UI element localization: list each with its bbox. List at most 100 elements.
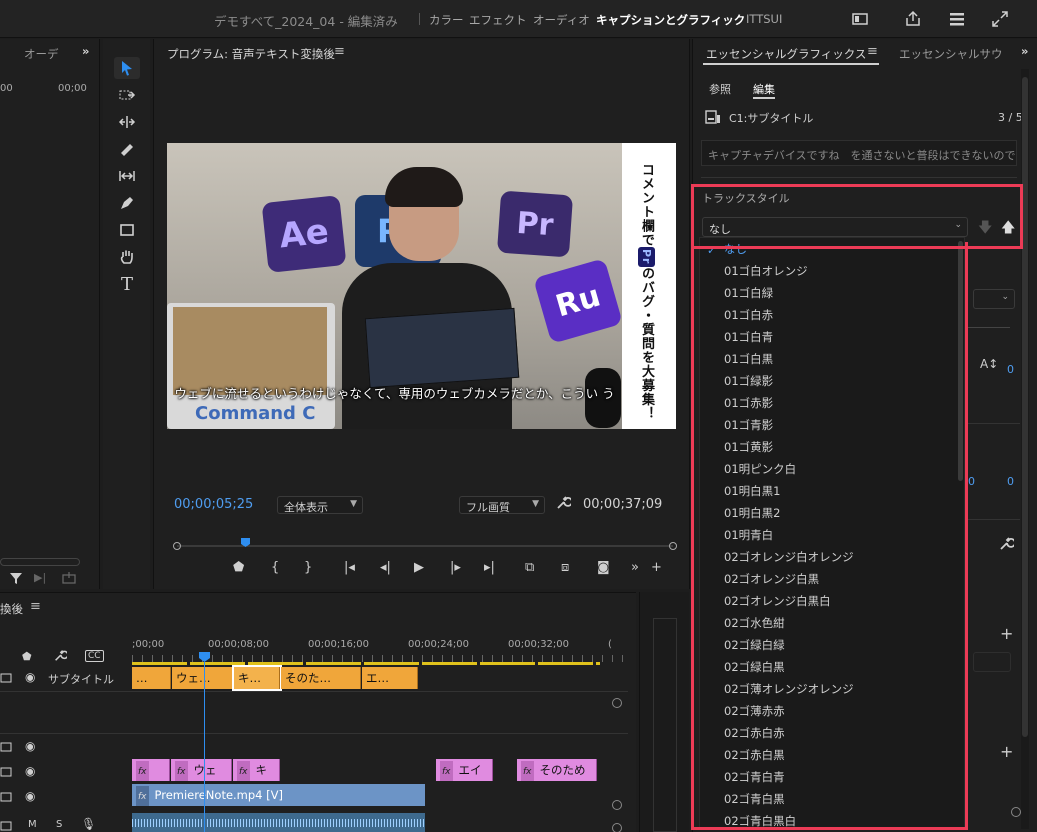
workspace-tab-captions-graphics[interactable]: キャプションとグラフィック <box>596 12 745 28</box>
program-scrubber[interactable] <box>173 538 678 552</box>
go-to-out-icon[interactable]: ▸| <box>484 560 495 575</box>
track-output-icon[interactable] <box>0 791 12 805</box>
panel-overflow-chevron-icon[interactable]: » <box>82 44 89 58</box>
audio-meter <box>653 618 677 832</box>
workspace-tab-effects[interactable]: エフェクト <box>469 12 527 28</box>
line-spacing-value[interactable]: 0 <box>1007 363 1014 376</box>
mute-button[interactable]: M <box>28 819 37 830</box>
line-spacing-icon[interactable]: A͏↕ <box>980 357 998 371</box>
chevron-down-icon: ▼ <box>532 499 539 509</box>
graphic-clip[interactable]: fx キ <box>233 759 280 781</box>
caption-clip[interactable]: ウェ… <box>172 667 233 689</box>
timeline-tab-title[interactable]: 換後 <box>0 601 23 617</box>
slip-tool-icon[interactable] <box>114 165 140 187</box>
add-marker-icon[interactable]: ⬟ <box>233 560 244 575</box>
solo-button[interactable]: S <box>56 819 62 830</box>
zoom-select[interactable]: 全体表示 ▼ <box>277 496 363 514</box>
timeline-menu-icon[interactable]: ≡ <box>30 599 41 614</box>
track-eye-icon[interactable]: ◉ <box>25 670 35 684</box>
graphic-clip[interactable]: fx そのため <box>517 759 597 781</box>
extract-icon[interactable]: ⧈ <box>561 560 569 575</box>
razor-tool-icon[interactable] <box>114 138 140 160</box>
button-editor-plus-icon[interactable]: + <box>651 560 662 575</box>
mark-in-icon[interactable]: { <box>271 560 279 575</box>
track-eye-icon[interactable]: ◉ <box>25 764 35 778</box>
caption-clip[interactable]: エ… <box>362 667 418 689</box>
step-back-icon[interactable]: ◂| <box>380 560 391 575</box>
hand-tool-icon[interactable] <box>114 246 140 268</box>
caption-text-field[interactable]: キャプチャデバイスですね を通さないと普段はできないので <box>701 140 1017 166</box>
track-output-icon[interactable] <box>0 766 12 780</box>
captions-cc-icon[interactable]: CC <box>85 650 104 662</box>
video-clip[interactable]: fx PremiereNote.mp4 [V] <box>132 784 425 806</box>
workspace-tab-audio[interactable]: オーディオ <box>533 12 590 28</box>
go-to-in-icon[interactable]: |◂ <box>344 560 355 575</box>
track-output-icon[interactable] <box>0 820 12 832</box>
tab-essential-graphics[interactable]: エッセンシャルグラフィックス <box>706 46 866 62</box>
work-area-bar[interactable] <box>132 662 600 665</box>
graphic-clip[interactable]: fx エイ <box>436 759 493 781</box>
type-tool-icon[interactable]: T <box>114 273 140 295</box>
track-eye-icon[interactable]: ◉ <box>25 789 35 803</box>
audio-clip[interactable] <box>132 813 425 832</box>
sub-tab-browse[interactable]: 参照 <box>709 81 731 97</box>
left-scrollbar[interactable] <box>0 558 80 566</box>
position-x-value[interactable]: 0 <box>1007 475 1014 488</box>
eg-menu-icon[interactable]: ≡ <box>867 44 878 59</box>
export-frame-icon[interactable] <box>62 571 76 588</box>
vertical-zoom-handle[interactable] <box>612 800 622 810</box>
rectangle-tool-icon[interactable] <box>114 219 140 241</box>
tab-essential-sound[interactable]: エッセンシャルサウ <box>899 46 1003 62</box>
panel-overflow-chevron-icon[interactable]: » <box>1021 44 1028 58</box>
caption-clip-selected[interactable]: キ… <box>232 665 282 691</box>
pen-tool-icon[interactable] <box>114 192 140 214</box>
fullscreen-icon[interactable] <box>990 9 1010 29</box>
caption-clip[interactable]: そのた… <box>281 667 361 689</box>
position-y-value[interactable]: 0 <box>968 475 975 488</box>
lift-icon[interactable]: ⧉ <box>525 560 534 575</box>
program-monitor-title[interactable]: プログラム: 音声テキスト変換後 <box>167 46 335 62</box>
program-current-timecode[interactable]: 00;00;05;25 <box>174 497 253 512</box>
program-menu-icon[interactable]: ≡ <box>334 44 345 59</box>
insert-icon[interactable]: ▶| <box>34 571 46 584</box>
add-property-plus-icon[interactable]: + <box>1000 742 1013 761</box>
eg-wrench-icon[interactable] <box>998 535 1016 554</box>
vertical-zoom-handle[interactable] <box>612 823 622 832</box>
disabled-select[interactable] <box>973 652 1011 672</box>
quality-select[interactable]: フル画質 ▼ <box>459 496 545 514</box>
eg-scrollbar-thumb[interactable] <box>1022 77 1028 737</box>
step-forward-icon[interactable]: |▸ <box>450 560 461 575</box>
filter-icon[interactable] <box>9 571 23 588</box>
add-property-plus-icon[interactable]: + <box>1000 624 1013 643</box>
side-banner-text: コメント欄でPrのバグ・質問を大募集！ <box>637 163 656 421</box>
workspace-tab-color[interactable]: カラー <box>429 12 464 28</box>
mark-out-icon[interactable]: } <box>304 560 312 575</box>
graphic-clip[interactable]: fx ウェ <box>171 759 232 781</box>
graphic-clip[interactable]: fx <box>132 759 170 781</box>
slider-handle[interactable] <box>1011 807 1021 817</box>
track-output-icon[interactable] <box>0 672 12 686</box>
font-style-select[interactable]: ⌄ <box>973 289 1015 309</box>
play-icon[interactable]: ▶ <box>414 560 424 575</box>
ripple-edit-tool-icon[interactable] <box>114 111 140 133</box>
track-eye-icon[interactable]: ◉ <box>25 739 35 753</box>
timeline-settings-wrench-icon[interactable] <box>53 648 69 665</box>
progress-list-icon[interactable] <box>947 9 967 29</box>
timeline-marker-icon[interactable]: ⬟ <box>22 650 32 663</box>
selection-tool-icon[interactable] <box>114 57 140 79</box>
eg-scrollbar-track[interactable] <box>1021 69 1029 829</box>
share-icon[interactable] <box>903 9 923 29</box>
caption-clip[interactable]: … <box>132 667 171 689</box>
left-panel-tab[interactable]: オーデ <box>24 46 59 62</box>
vertical-zoom-handle[interactable] <box>612 698 622 708</box>
left-timecode-start: 00 <box>0 83 13 94</box>
export-frame-camera-icon[interactable]: ◙ <box>597 560 610 575</box>
sub-tab-edit[interactable]: 編集 <box>753 81 775 97</box>
quick-export-icon[interactable] <box>850 9 870 29</box>
voice-over-mic-icon[interactable]: 🎙 <box>81 817 96 831</box>
track-output-icon[interactable] <box>0 741 12 755</box>
more-controls-icon[interactable]: » <box>631 560 639 575</box>
track-select-tool-icon[interactable] <box>114 84 140 106</box>
settings-wrench-icon[interactable] <box>555 494 573 513</box>
workspace-tab-ittsui[interactable]: ITTSUI <box>746 12 782 26</box>
